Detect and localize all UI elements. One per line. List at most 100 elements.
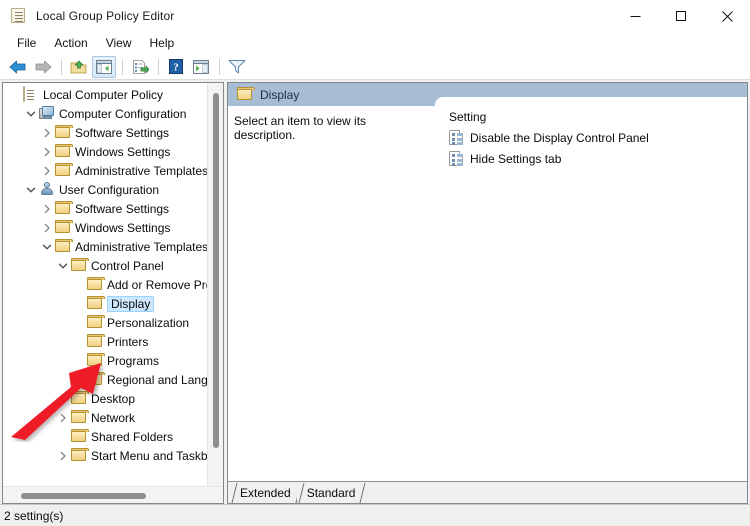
tree-item-computer-configuration[interactable]: Computer Configuration	[3, 104, 208, 123]
chevron-right-icon[interactable]	[55, 410, 71, 426]
chevron-right-icon[interactable]	[39, 144, 55, 160]
menu-view[interactable]: View	[97, 34, 141, 52]
minimize-button[interactable]	[612, 0, 658, 32]
view-tabs: Extended Standard	[228, 481, 747, 503]
description-panel: Select an item to view its description.	[228, 106, 435, 481]
tree-item-label: Software Settings	[75, 202, 173, 216]
tree-item-label: User Configuration	[59, 183, 163, 197]
tree-item-windows-settings[interactable]: Windows Settings	[3, 218, 208, 237]
chevron-right-icon[interactable]	[39, 125, 55, 141]
setting-row[interactable]: Hide Settings tab	[449, 148, 747, 169]
tree-item-label: Software Settings	[75, 126, 173, 140]
help-icon[interactable]: ?	[164, 56, 188, 78]
tab-standard-label: Standard	[307, 486, 356, 500]
tree-item-label: Programs	[107, 354, 163, 368]
chevron-down-icon[interactable]	[39, 239, 55, 255]
tree-item-network[interactable]: Network	[3, 408, 208, 427]
filter-icon[interactable]	[225, 56, 249, 78]
settings-list-panel[interactable]: Setting Disable the Display Control Pane…	[435, 97, 747, 481]
folder-icon	[55, 239, 71, 255]
tree-item-software-settings[interactable]: Software Settings	[3, 199, 208, 218]
folder-icon	[71, 410, 87, 426]
tree-vertical-scrollbar[interactable]	[207, 83, 223, 486]
chevron-right-icon[interactable]	[71, 372, 87, 388]
setting-row[interactable]: Disable the Display Control Panel	[449, 127, 747, 148]
menu-bar: File Action View Help	[0, 32, 750, 54]
folder-icon	[87, 334, 103, 350]
chevron-right-icon[interactable]	[39, 201, 55, 217]
tree-item-shared-folders[interactable]: Shared Folders	[3, 427, 208, 446]
folder-icon	[237, 85, 252, 105]
folder-icon	[87, 277, 103, 293]
folder-icon	[55, 163, 71, 179]
folder-icon	[87, 296, 103, 312]
tree-item-user-configuration[interactable]: User Configuration	[3, 180, 208, 199]
folder-icon	[55, 220, 71, 236]
forward-icon[interactable]	[31, 56, 55, 78]
menu-file[interactable]: File	[8, 34, 45, 52]
twisty-spacer	[71, 334, 87, 350]
tree-item-add-or-remove-pro[interactable]: Add or Remove Pro	[3, 275, 208, 294]
console-tree-pane: Local Computer Policy Computer Configurat…	[2, 82, 224, 504]
tree-item-administrative-templates[interactable]: Administrative Templates	[3, 237, 208, 256]
toolbar-separator	[61, 59, 62, 75]
close-button[interactable]	[704, 0, 750, 32]
column-header-setting[interactable]: Setting	[449, 106, 747, 127]
status-text: 2 setting(s)	[4, 509, 63, 523]
export-list-icon[interactable]	[128, 56, 152, 78]
tab-extended[interactable]: Extended	[230, 483, 297, 503]
twisty-spacer	[71, 296, 87, 312]
up-folder-icon[interactable]	[67, 56, 91, 78]
tree-item-label: Start Menu and Taskba	[91, 449, 208, 463]
back-icon[interactable]	[6, 56, 30, 78]
chevron-right-icon[interactable]	[55, 448, 71, 464]
menu-help[interactable]: Help	[141, 34, 184, 52]
tree-item-programs[interactable]: Programs	[3, 351, 208, 370]
window-title: Local Group Policy Editor	[36, 9, 174, 23]
local-group-policy-editor-window: Local Group Policy Editor File Action Vi…	[0, 0, 750, 526]
chevron-down-icon[interactable]	[23, 106, 39, 122]
window-controls	[612, 0, 750, 32]
tree-item-regional-and-langu[interactable]: Regional and Langu	[3, 370, 208, 389]
twisty-spacer	[71, 277, 87, 293]
chevron-right-icon[interactable]	[55, 391, 71, 407]
tree-item-personalization[interactable]: Personalization	[3, 313, 208, 332]
folder-icon	[71, 391, 87, 407]
chevron-right-icon[interactable]	[39, 220, 55, 236]
tree-item-display[interactable]: Display	[3, 294, 208, 313]
folder-icon	[55, 144, 71, 160]
tree-item-label: Add or Remove Pro	[107, 278, 208, 292]
tree-item-start-menu-and-taskba[interactable]: Start Menu and Taskba	[3, 446, 208, 465]
folder-icon	[71, 448, 87, 464]
tree-item-label: Network	[91, 411, 139, 425]
tree-item-windows-settings[interactable]: Windows Settings	[3, 142, 208, 161]
svg-text:?: ?	[173, 62, 179, 74]
status-bar: 2 setting(s)	[0, 504, 750, 526]
maximize-button[interactable]	[658, 0, 704, 32]
tree-hscroll-thumb[interactable]	[21, 493, 146, 499]
tree-item-control-panel[interactable]: Control Panel	[3, 256, 208, 275]
description-text: Select an item to view its description.	[234, 114, 429, 142]
tree-item-printers[interactable]: Printers	[3, 332, 208, 351]
policy-tree[interactable]: Local Computer Policy Computer Configurat…	[3, 83, 208, 466]
tree-item-system[interactable]: System	[3, 465, 208, 466]
tree-vscroll-thumb[interactable]	[213, 93, 219, 448]
details-pane: Display Select an item to view its descr…	[227, 82, 748, 504]
policy-setting-icon	[449, 151, 463, 166]
properties-window-icon[interactable]	[189, 56, 213, 78]
chevron-right-icon[interactable]	[39, 163, 55, 179]
chevron-down-icon[interactable]	[55, 258, 71, 274]
tab-standard[interactable]: Standard	[297, 483, 362, 503]
tree-item-administrative-templates[interactable]: Administrative Templates	[3, 161, 208, 180]
title-bar: Local Group Policy Editor	[0, 0, 750, 32]
tree-item-local-computer-policy[interactable]: Local Computer Policy	[3, 85, 208, 104]
chevron-down-icon[interactable]	[23, 182, 39, 198]
menu-action[interactable]: Action	[45, 34, 96, 52]
tree-item-label: Computer Configuration	[59, 107, 190, 121]
tree-horizontal-scrollbar[interactable]	[3, 486, 223, 503]
show-hide-tree-icon[interactable]	[92, 56, 116, 78]
tree-item-desktop[interactable]: Desktop	[3, 389, 208, 408]
tree-item-software-settings[interactable]: Software Settings	[3, 123, 208, 142]
setting-label: Disable the Display Control Panel	[470, 131, 649, 145]
computer-icon	[39, 106, 55, 122]
